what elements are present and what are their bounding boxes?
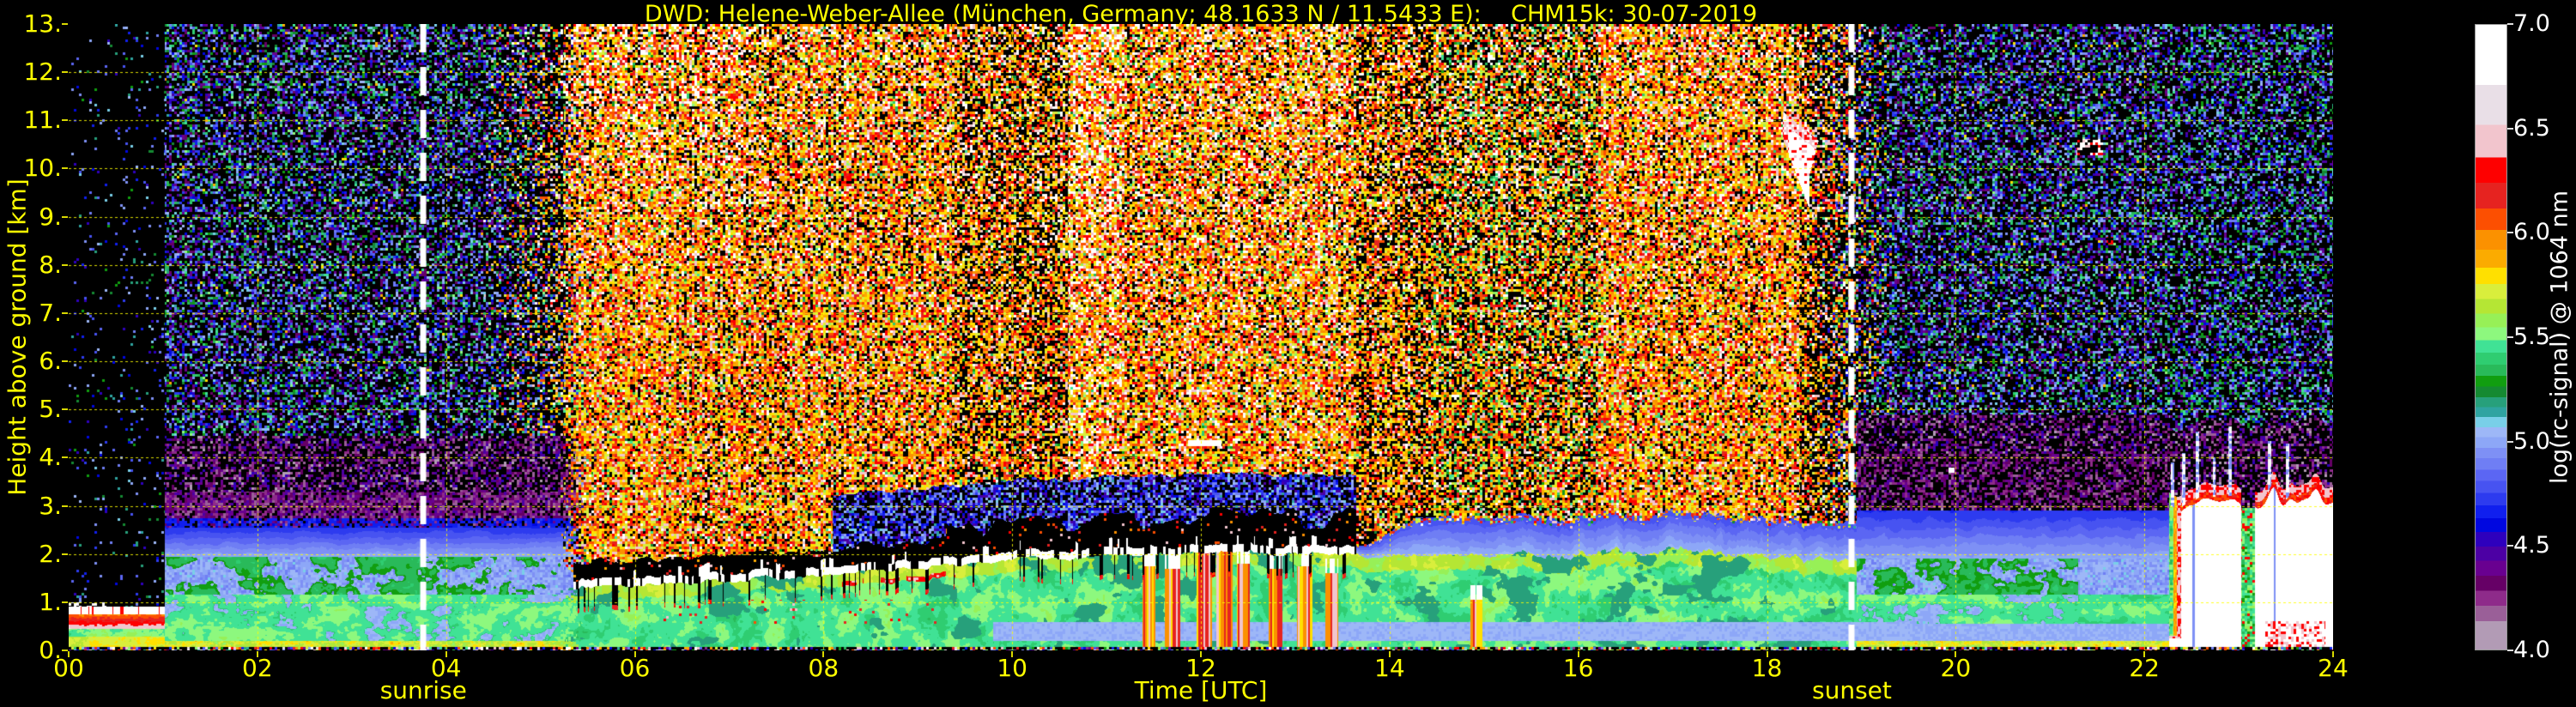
- heatmap-canvas: [69, 24, 2333, 650]
- y-tick-label: 2.: [39, 539, 62, 568]
- y-tick-mark: [62, 650, 68, 651]
- y-tick-mark: [62, 408, 68, 411]
- x-tick-mark: [1955, 651, 1957, 657]
- x-tick-label: 02: [242, 654, 273, 682]
- x-tick-label: 00: [53, 654, 84, 682]
- y-tick-mark: [62, 601, 68, 603]
- x-tick-label: 16: [1562, 654, 1594, 682]
- x-tick-label: 08: [808, 654, 839, 682]
- y-tick-label: 1.: [39, 587, 62, 616]
- y-tick-label: 12.: [23, 57, 62, 87]
- y-tick-label: 4.: [39, 443, 62, 472]
- x-tick-mark: [2143, 651, 2146, 657]
- x-tick-mark: [1388, 651, 1391, 657]
- x-tick-mark: [1011, 651, 1014, 657]
- y-tick-mark: [62, 119, 68, 122]
- y-tick-mark: [62, 553, 68, 555]
- colorbar-tick-mark: [2507, 232, 2513, 234]
- colorbar-tick-mark: [2507, 545, 2513, 547]
- x-tick-mark: [1577, 651, 1579, 657]
- colorbar-tick-label: 5.5: [2513, 323, 2550, 350]
- y-tick-label: 8.: [39, 250, 62, 279]
- x-tick-mark: [822, 651, 825, 657]
- x-tick-mark: [68, 651, 70, 657]
- x-tick-label: 10: [997, 654, 1027, 682]
- x-tick-label: 04: [430, 654, 462, 682]
- ceilometer-quicklook: DWD: Helene-Weber-Allee (München, German…: [0, 0, 2576, 707]
- y-tick-mark: [62, 23, 68, 25]
- y-tick-mark: [62, 71, 68, 74]
- x-tick-label: 12: [1185, 654, 1216, 682]
- colorbar-tick-label: 6.0: [2513, 219, 2550, 246]
- x-tick-mark: [1200, 651, 1202, 657]
- colorbar-tick-label: 5.0: [2513, 427, 2550, 455]
- y-tick-label: 6.: [39, 347, 62, 376]
- colorbar-tick-label: 7.0: [2513, 10, 2550, 37]
- y-tick-mark: [62, 505, 68, 507]
- x-tick-mark: [1766, 651, 1768, 657]
- colorbar-tick-label: 4.5: [2513, 532, 2550, 559]
- x-tick-label: 14: [1374, 654, 1405, 682]
- colorbar: [2475, 24, 2507, 650]
- x-tick-mark: [2332, 651, 2334, 657]
- y-tick-mark: [62, 263, 68, 266]
- colorbar-tick-mark: [2507, 440, 2513, 443]
- colorbar-label: log(rc-signal) @ 1064 nm: [2546, 190, 2573, 485]
- y-tick-mark: [62, 360, 68, 363]
- x-tick-mark: [633, 651, 636, 657]
- y-tick-mark: [62, 311, 68, 314]
- x-tick-label: 22: [2129, 654, 2160, 682]
- colorbar-tick-mark: [2507, 650, 2513, 651]
- x-tick-mark: [445, 651, 447, 657]
- y-tick-label: 13.: [23, 9, 62, 38]
- x-tick-label: 06: [619, 654, 651, 682]
- y-tick-label: 7.: [39, 298, 62, 327]
- colorbar-tick-mark: [2507, 23, 2513, 25]
- colorbar-tick-label: 6.5: [2513, 114, 2550, 142]
- y-tick-label: 5.: [39, 395, 62, 424]
- y-tick-label: 11.: [23, 106, 62, 135]
- y-tick-mark: [62, 456, 68, 459]
- colorbar-tick-label: 4.0: [2513, 637, 2550, 663]
- sunset-label: sunset: [1811, 676, 1892, 704]
- colorbar-tick-mark: [2507, 127, 2513, 130]
- y-tick-label: 9.: [39, 202, 62, 231]
- y-tick-label: 3.: [39, 491, 62, 520]
- colorbar-tick-mark: [2507, 336, 2513, 338]
- x-tick-mark: [256, 651, 258, 657]
- y-tick-label: 10.: [23, 154, 62, 183]
- x-tick-label: 20: [1940, 654, 1972, 682]
- y-tick-mark: [62, 167, 68, 170]
- x-tick-label: 18: [1751, 654, 1783, 682]
- x-tick-label: 24: [2318, 654, 2349, 682]
- y-tick-mark: [62, 215, 68, 218]
